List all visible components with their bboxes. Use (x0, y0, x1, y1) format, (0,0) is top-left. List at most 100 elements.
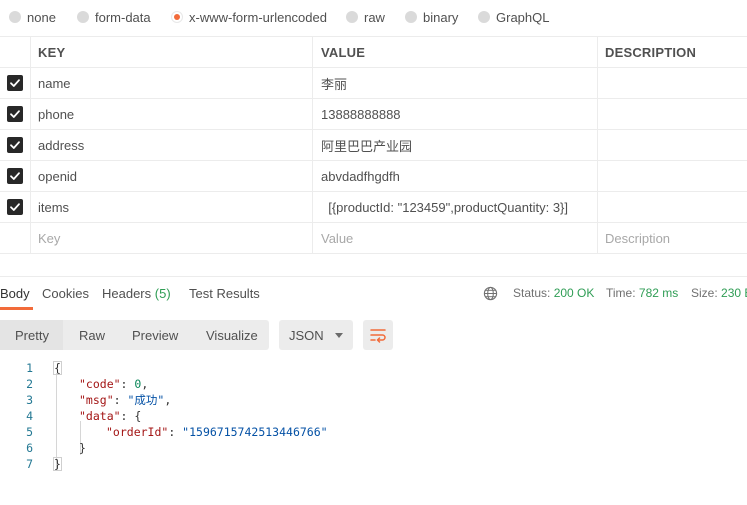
code-text: "data": { (79, 409, 142, 423)
time-label: Time: (606, 286, 636, 300)
table-row: phone 13888888888 (0, 99, 747, 130)
row-check-cell (0, 99, 31, 129)
table-row: address 阿里巴巴产业园 (0, 130, 747, 161)
value-cell[interactable]: [{productId: "123459",productQuantity: 3… (313, 192, 598, 222)
radio-x-www-form-urlencoded[interactable]: x-www-form-urlencoded (171, 9, 327, 25)
row-checkbox[interactable] (7, 137, 23, 153)
description-cell[interactable] (598, 99, 747, 129)
radio-form-data[interactable]: form-data (77, 9, 151, 25)
description-cell[interactable] (598, 68, 747, 98)
key-cell[interactable]: openid (31, 161, 313, 191)
new-description-input[interactable]: Description (598, 223, 747, 253)
code-text: } (79, 441, 86, 455)
code-line: 3 "msg": "成功", (0, 392, 747, 408)
key-cell[interactable]: phone (31, 99, 313, 129)
table-row: openid abvdadfhgdfh (0, 161, 747, 192)
code-line: 6 } (0, 440, 747, 456)
checkmark-icon (10, 141, 20, 149)
value-cell[interactable]: 13888888888 (313, 99, 598, 129)
radio-none[interactable]: none (9, 9, 56, 25)
radio-dot-icon (346, 11, 358, 23)
checkmark-icon (10, 110, 20, 118)
value-cell[interactable]: 阿里巴巴产业园 (313, 130, 598, 160)
line-number: 3 (26, 393, 33, 407)
format-select[interactable]: JSON (279, 320, 353, 350)
code-text: "orderId": "1596715742513446766" (106, 425, 328, 439)
view-raw-button[interactable]: Raw (63, 320, 119, 350)
radio-label: x-www-form-urlencoded (189, 9, 327, 25)
description-cell[interactable] (598, 161, 747, 191)
globe-icon[interactable] (483, 286, 498, 304)
description-cell[interactable] (598, 192, 747, 222)
size-label: Size: (691, 286, 718, 300)
tab-body[interactable]: Body (0, 286, 30, 301)
radio-raw[interactable]: raw (346, 9, 385, 25)
chevron-down-icon (335, 333, 343, 338)
status-readout: Status: 200 OK (513, 286, 594, 300)
radio-label: raw (364, 9, 385, 25)
radio-graphql[interactable]: GraphQL (478, 9, 549, 25)
key-cell[interactable]: items (31, 192, 313, 222)
json-string: "1596715742513446766" (182, 425, 328, 439)
radio-label: GraphQL (496, 9, 550, 25)
row-check-cell (0, 192, 31, 222)
body-type-selector: none form-data x-www-form-urlencoded raw… (0, 0, 747, 34)
line-number: 5 (26, 425, 33, 439)
response-tabs: Body Cookies Headers (5) Test Results St… (0, 276, 747, 310)
checkmark-icon (10, 79, 20, 87)
new-key-input[interactable]: Key (31, 223, 313, 253)
wrap-lines-icon (370, 329, 386, 343)
radio-binary[interactable]: binary (405, 9, 458, 25)
row-checkbox[interactable] (7, 199, 23, 215)
new-value-input[interactable]: Value (313, 223, 598, 253)
line-number: 6 (26, 441, 33, 455)
line-number: 7 (26, 457, 33, 471)
tab-cookies[interactable]: Cookies (42, 286, 89, 301)
radio-dot-icon (77, 11, 89, 23)
header-check-cell (0, 37, 31, 67)
view-mode-switcher: Pretty Raw Preview Visualize (0, 320, 269, 350)
key-cell[interactable]: address (31, 130, 313, 160)
tab-test-results[interactable]: Test Results (189, 286, 260, 301)
code-text: { (53, 361, 62, 375)
row-checkbox[interactable] (7, 106, 23, 122)
code-line: 7 } (0, 456, 747, 472)
value-cell[interactable]: 李丽 (313, 68, 598, 98)
size-value: 230 B (721, 286, 747, 300)
json-key: "orderId" (106, 425, 169, 439)
json-key: "code" (79, 377, 121, 391)
header-description: DESCRIPTION (605, 44, 697, 60)
radio-label: form-data (95, 9, 151, 25)
view-visualize-button[interactable]: Visualize (193, 320, 269, 350)
view-pretty-button[interactable]: Pretty (0, 320, 63, 350)
tab-headers[interactable]: Headers (5) (102, 286, 171, 301)
wrap-lines-button[interactable] (363, 320, 393, 350)
line-number: 4 (26, 409, 33, 423)
active-tab-indicator (0, 307, 33, 310)
row-checkbox[interactable] (7, 75, 23, 91)
checkmark-icon (10, 172, 20, 180)
table-row: items [{productId: "123459",productQuant… (0, 192, 747, 223)
view-preview-button[interactable]: Preview (119, 320, 193, 350)
radio-label: binary (423, 9, 459, 25)
line-number: 1 (26, 361, 33, 375)
code-line: 5 "orderId": "1596715742513446766" (0, 424, 747, 440)
radio-dot-icon (9, 11, 21, 23)
code-text: "msg": "成功", (79, 393, 172, 407)
status-label: Status: (513, 286, 551, 300)
key-cell[interactable]: name (31, 68, 313, 98)
radio-label: none (27, 9, 56, 25)
row-check-cell (0, 223, 31, 253)
code-line: 1 { (0, 360, 747, 376)
row-check-cell (0, 130, 31, 160)
line-number: 2 (26, 377, 33, 391)
row-checkbox[interactable] (7, 168, 23, 184)
table-header: KEY VALUE DESCRIPTION (0, 36, 747, 68)
description-cell[interactable] (598, 130, 747, 160)
json-key: "data" (79, 409, 121, 423)
value-cell[interactable]: abvdadfhgdfh (313, 161, 598, 191)
checkmark-icon (10, 203, 20, 211)
code-line: 2 "code": 0, (0, 376, 747, 392)
code-text: "code": 0, (79, 377, 149, 391)
radio-dot-icon (405, 11, 417, 23)
